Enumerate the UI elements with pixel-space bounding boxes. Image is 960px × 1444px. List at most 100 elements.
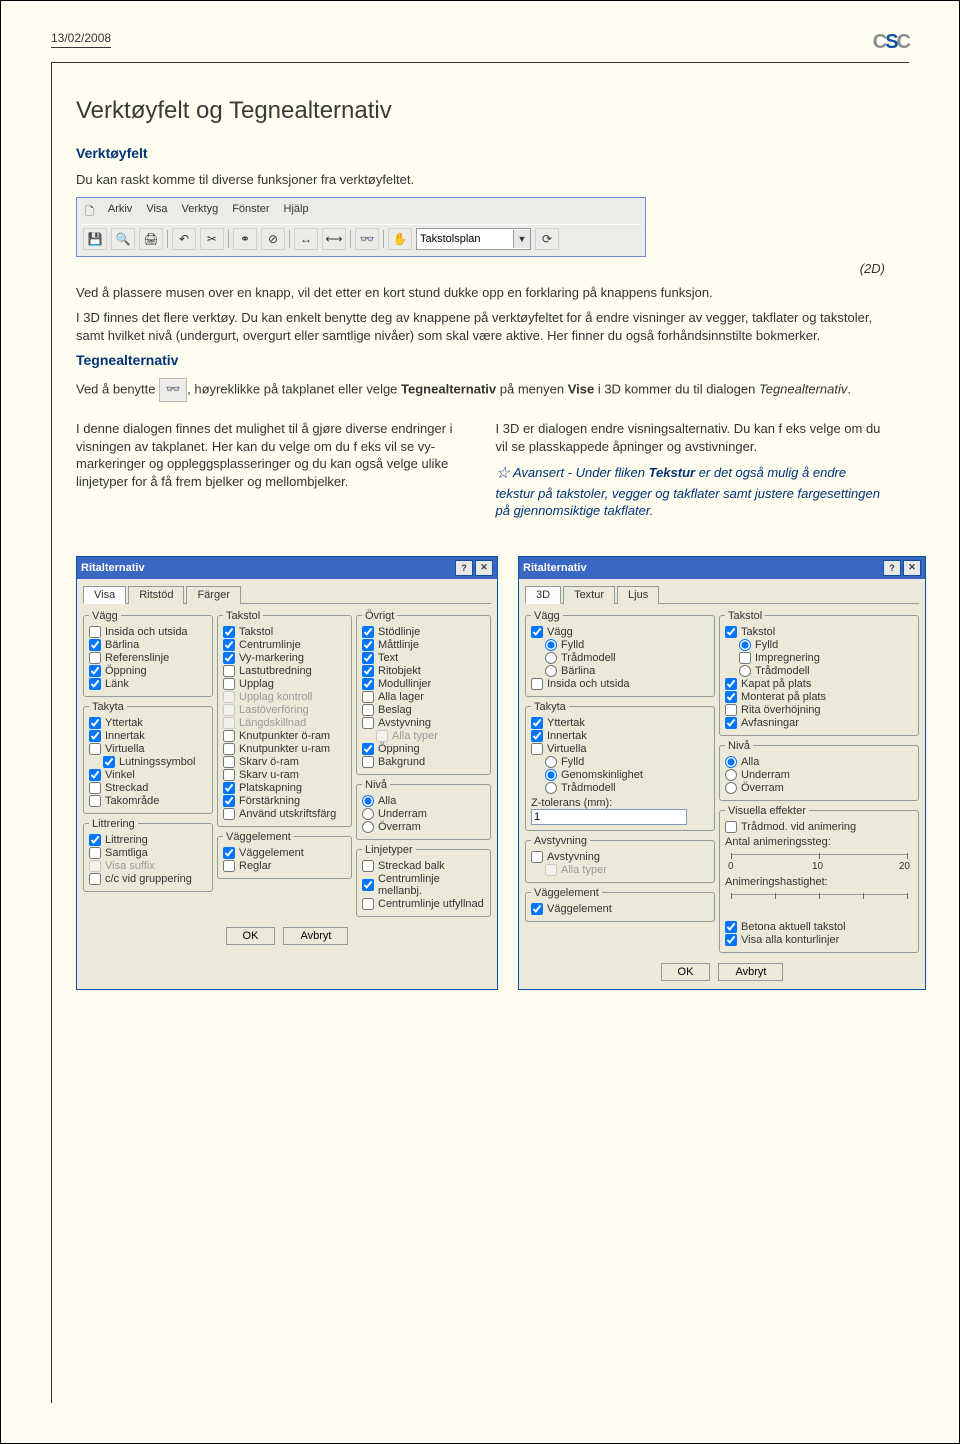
option-item[interactable]: Vy-markering <box>223 652 346 664</box>
option-item[interactable]: Överram <box>362 821 485 833</box>
option-item[interactable]: Alla <box>725 756 913 768</box>
checkbox-input[interactable] <box>362 879 374 891</box>
option-item[interactable]: Reglar <box>223 860 346 872</box>
option-item[interactable]: Virtuella <box>531 743 709 755</box>
option-item[interactable]: Öppning <box>89 665 207 677</box>
checkbox-input[interactable] <box>725 626 737 638</box>
checkbox-input[interactable] <box>89 639 101 651</box>
option-item[interactable]: Alla lager <box>362 691 485 703</box>
option-item[interactable]: Överram <box>725 782 913 794</box>
option-item[interactable]: Samtliga <box>89 847 207 859</box>
option-item[interactable]: Centrumlinje <box>223 639 346 651</box>
checkbox-input[interactable] <box>89 795 101 807</box>
option-item[interactable]: Yttertak <box>531 717 709 729</box>
z-tolerans-input[interactable] <box>531 809 687 825</box>
option-item[interactable]: Bakgrund <box>362 756 485 768</box>
checkbox-input[interactable] <box>531 903 543 915</box>
radio-input[interactable] <box>362 795 374 807</box>
tab-3d[interactable]: 3D <box>525 586 561 604</box>
checkbox-input[interactable] <box>89 847 101 859</box>
radio-input[interactable] <box>725 769 737 781</box>
radio-input[interactable] <box>739 665 751 677</box>
option-item[interactable]: Innertak <box>531 730 709 742</box>
checkbox-input[interactable] <box>725 691 737 703</box>
checkbox-input[interactable] <box>531 743 543 755</box>
option-item[interactable]: Insida och utsida <box>89 626 207 638</box>
checkbox-input[interactable] <box>362 639 374 651</box>
checkbox-input[interactable] <box>362 756 374 768</box>
help-button[interactable]: ? <box>883 560 901 576</box>
view-select-value[interactable] <box>417 230 513 248</box>
checkbox-input[interactable] <box>725 821 737 833</box>
checkbox-input[interactable] <box>531 626 543 638</box>
option-item[interactable]: Betona aktuell takstol <box>725 921 913 933</box>
option-item[interactable]: Knutpunkter u-ram <box>223 743 346 755</box>
checkbox-input[interactable] <box>89 626 101 638</box>
checkbox-input[interactable] <box>89 743 101 755</box>
checkbox-input[interactable] <box>223 639 235 651</box>
ok-button[interactable]: OK <box>226 927 276 945</box>
option-item[interactable]: Littrering <box>89 834 207 846</box>
option-item[interactable]: Referenslinje <box>89 652 207 664</box>
chevron-down-icon[interactable]: ▼ <box>513 230 530 248</box>
radio-input[interactable] <box>545 652 557 664</box>
option-item[interactable]: c/c vid gruppering <box>89 873 207 885</box>
checkbox-input[interactable] <box>362 691 374 703</box>
menu-item[interactable]: Visa <box>146 203 167 222</box>
checkbox-input[interactable] <box>223 626 235 638</box>
option-item[interactable]: Väggelement <box>531 903 709 915</box>
checkbox-input[interactable] <box>223 808 235 820</box>
option-item[interactable]: Avstyvning <box>362 717 485 729</box>
radio-input[interactable] <box>725 782 737 794</box>
option-item[interactable]: Rita överhöjning <box>725 704 913 716</box>
link-icon[interactable]: ⚭ <box>233 228 257 250</box>
print-icon[interactable]: 🖨 <box>139 228 163 250</box>
checkbox-input[interactable] <box>89 769 101 781</box>
option-item[interactable]: Text <box>362 652 485 664</box>
checkbox-input[interactable] <box>362 717 374 729</box>
radio-input[interactable] <box>362 808 374 820</box>
checkbox-input[interactable] <box>89 665 101 677</box>
option-item[interactable]: Skarv u-ram <box>223 769 346 781</box>
dim2-icon[interactable]: ⟷ <box>322 228 346 250</box>
hand-icon[interactable]: ✋ <box>388 228 412 250</box>
option-item[interactable]: Virtuella <box>89 743 207 755</box>
option-item[interactable]: Platskapning <box>223 782 346 794</box>
checkbox-input[interactable] <box>725 934 737 946</box>
checkbox-input[interactable] <box>223 743 235 755</box>
checkbox-input[interactable] <box>531 717 543 729</box>
option-item[interactable]: Väggelement <box>223 847 346 859</box>
option-item[interactable]: Underram <box>362 808 485 820</box>
anim-steps-slider[interactable]: 0 10 20 <box>731 854 907 873</box>
option-item[interactable]: Fylld <box>545 639 709 651</box>
checkbox-input[interactable] <box>362 898 374 910</box>
option-item[interactable]: Alla <box>362 795 485 807</box>
option-item[interactable]: Stödlinje <box>362 626 485 638</box>
option-item[interactable]: Ritobjekt <box>362 665 485 677</box>
option-item[interactable]: Kapat på plats <box>725 678 913 690</box>
checkbox-input[interactable] <box>531 730 543 742</box>
checkbox-input[interactable] <box>725 717 737 729</box>
option-item[interactable]: Avfasningar <box>725 717 913 729</box>
menu-item[interactable]: Verktyg <box>182 203 219 222</box>
checkbox-input[interactable] <box>223 847 235 859</box>
option-item[interactable]: Insida och utsida <box>531 678 709 690</box>
dim-icon[interactable]: ↔ <box>294 228 318 250</box>
help-button[interactable]: ? <box>455 560 473 576</box>
option-item[interactable]: Använd utskriftsfärg <box>223 808 346 820</box>
option-item[interactable]: Underram <box>725 769 913 781</box>
option-item[interactable]: Modullinjer <box>362 678 485 690</box>
option-item[interactable]: Impregnering <box>739 652 913 664</box>
undo-icon[interactable]: ↶ <box>172 228 196 250</box>
option-item[interactable]: Centrumlinje mellanbj. <box>362 873 485 897</box>
checkbox-input[interactable] <box>725 704 737 716</box>
option-item[interactable]: Streckad <box>89 782 207 794</box>
option-item[interactable]: Vinkel <box>89 769 207 781</box>
checkbox-input[interactable] <box>725 678 737 690</box>
option-item[interactable]: Trådmodell <box>545 782 709 794</box>
radio-input[interactable] <box>725 756 737 768</box>
checkbox-input[interactable] <box>89 782 101 794</box>
option-item[interactable]: Centrumlinje utfyllnad <box>362 898 485 910</box>
close-button[interactable]: ✕ <box>903 560 921 576</box>
cancel-button[interactable]: Avbryt <box>718 963 783 981</box>
